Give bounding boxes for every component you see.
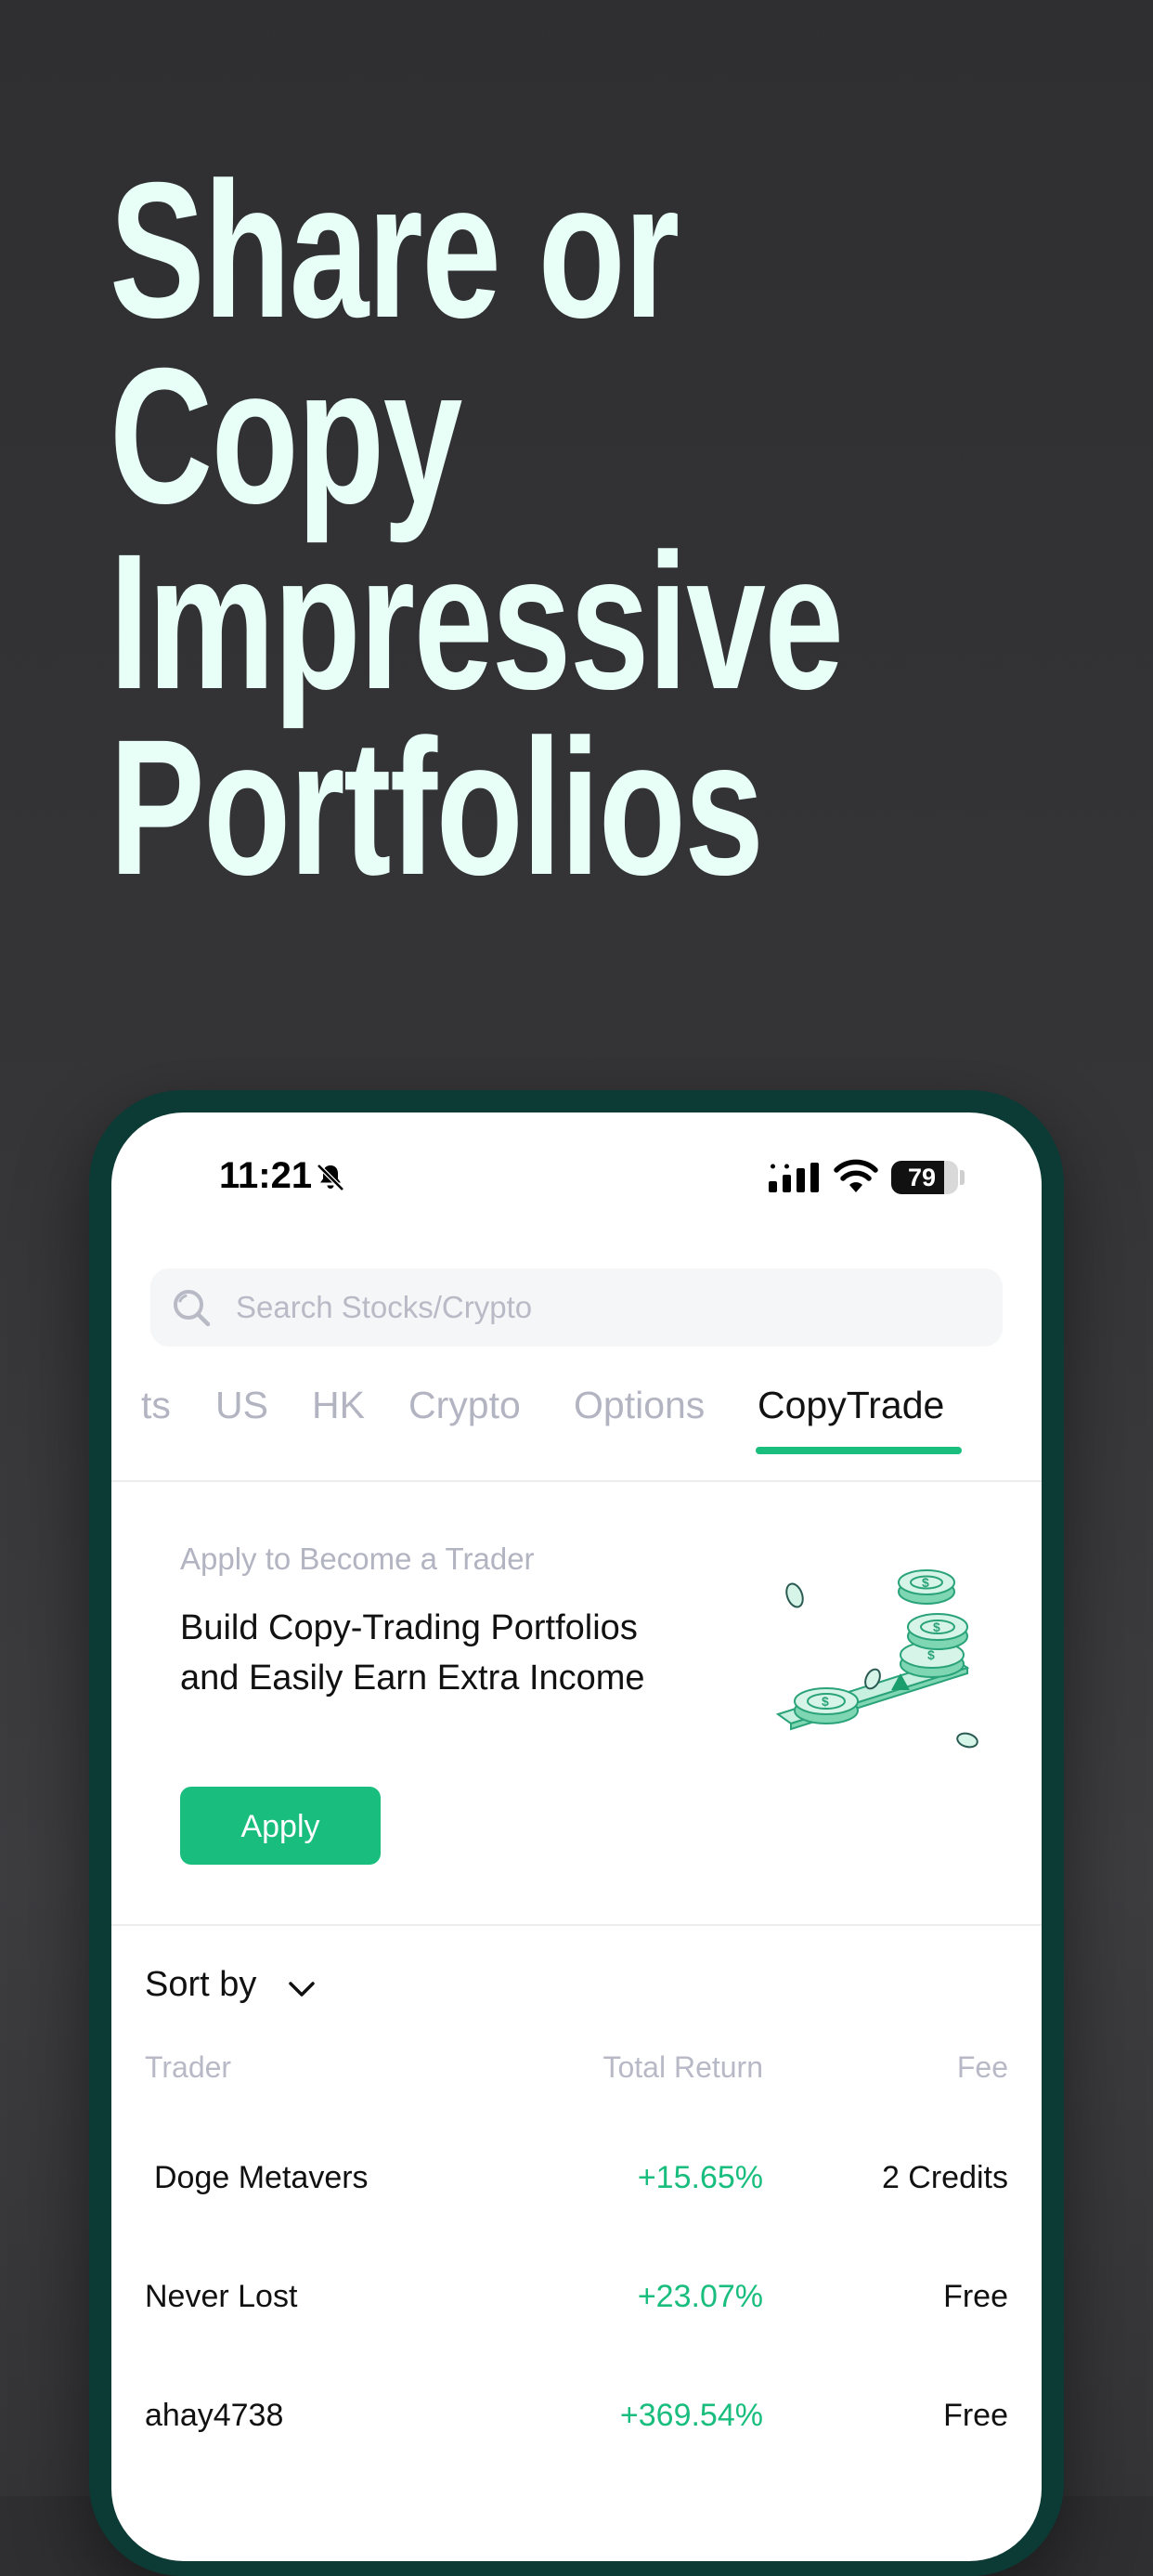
battery-cap bbox=[960, 1170, 965, 1185]
apply-button[interactable]: Apply bbox=[180, 1787, 381, 1865]
headline-line-3: Impressive bbox=[110, 514, 844, 730]
banner-subtitle: Apply to Become a Trader bbox=[180, 1542, 535, 1576]
muted-bell-icon bbox=[317, 1164, 344, 1191]
active-tab-indicator bbox=[756, 1447, 962, 1454]
tab-markets-partial[interactable]: ts bbox=[141, 1384, 171, 1427]
column-header-fee: Fee bbox=[956, 2050, 1008, 2084]
status-time: 11:21 bbox=[219, 1155, 313, 1196]
phone-frame: 11:21 79 Search Stocks/Crypto ts US HK C… bbox=[89, 1090, 1064, 2576]
trader-name: Never Lost bbox=[145, 2279, 298, 2314]
battery-indicator: 79 bbox=[891, 1161, 958, 1194]
tab-us[interactable]: US bbox=[215, 1384, 268, 1427]
trader-name: ahay4738 bbox=[145, 2398, 284, 2433]
tab-options[interactable]: Options bbox=[574, 1384, 705, 1427]
chevron-down-icon[interactable] bbox=[286, 1976, 317, 2002]
headline-line-2: Copy bbox=[110, 329, 462, 544]
fee: Free bbox=[943, 2279, 1008, 2314]
fee: 2 Credits bbox=[881, 2160, 1008, 2195]
headline: Share or Copy Impressive Portfolios bbox=[110, 154, 844, 904]
total-return: +369.54% bbox=[619, 2398, 763, 2433]
fee: Free bbox=[943, 2398, 1008, 2433]
tabs-divider bbox=[111, 1480, 1042, 1482]
svg-text:$: $ bbox=[822, 1694, 829, 1709]
svg-text:$: $ bbox=[922, 1575, 929, 1590]
column-header-trader: Trader bbox=[145, 2050, 232, 2084]
headline-line-4: Portfolios bbox=[110, 700, 764, 916]
battery-level-text: 79 bbox=[907, 1164, 937, 1191]
table-row[interactable]: Never Lost +23.07% Free bbox=[111, 2279, 1042, 2335]
trader-name: Doge Metavers bbox=[154, 2160, 369, 2195]
table-row[interactable]: ahay4738 +369.54% Free bbox=[111, 2398, 1042, 2453]
total-return: +23.07% bbox=[637, 2279, 763, 2314]
tab-crypto[interactable]: Crypto bbox=[408, 1384, 521, 1427]
search-bar[interactable]: Search Stocks/Crypto bbox=[150, 1268, 1003, 1347]
svg-text:$: $ bbox=[933, 1620, 940, 1634]
search-placeholder: Search Stocks/Crypto bbox=[236, 1290, 533, 1324]
table-row[interactable]: Doge Metavers +15.65% 2 Credits bbox=[111, 2160, 1042, 2216]
tab-hk[interactable]: HK bbox=[312, 1384, 365, 1427]
sort-by-label[interactable]: Sort by bbox=[145, 1965, 256, 2005]
banner-divider bbox=[111, 1924, 1042, 1926]
market-tabs: ts US HK Crypto Options CopyTrade bbox=[111, 1384, 1042, 1454]
phone-screen: 11:21 79 Search Stocks/Crypto ts US HK C… bbox=[111, 1112, 1042, 2561]
search-icon bbox=[174, 1290, 211, 1327]
cellular-signal-icon bbox=[769, 1163, 819, 1192]
banner-title: Build Copy-Trading Portfolios and Easily… bbox=[180, 1608, 645, 1698]
total-return: +15.65% bbox=[637, 2160, 763, 2195]
wifi-icon bbox=[834, 1159, 878, 1192]
headline-line-1: Share or bbox=[110, 143, 680, 358]
column-header-total-return: Total Return bbox=[602, 2050, 763, 2084]
coin-seesaw-illustration: $ $ $ $ bbox=[775, 1569, 978, 1749]
tab-copytrade[interactable]: CopyTrade bbox=[758, 1384, 944, 1427]
